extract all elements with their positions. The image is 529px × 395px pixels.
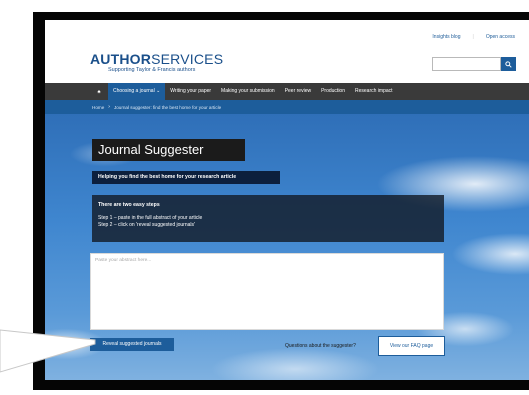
open-access-link[interactable]: Open access [486,34,515,40]
chevron-right-icon: › [108,104,110,110]
home-icon [97,90,101,94]
breadcrumb: Home › Journal suggester: find the best … [45,100,529,114]
breadcrumb-home[interactable]: Home [92,105,104,110]
abstract-textarea[interactable]: Paste your abstract here... [90,253,444,330]
view-faq-button[interactable]: View our FAQ page [378,336,445,356]
nav-research-impact[interactable]: Research impact [350,83,398,100]
nav-home[interactable] [92,83,106,100]
steps-title: There are two easy steps [98,202,160,208]
search-input[interactable] [432,57,501,71]
nav-making-your-submission[interactable]: Making your submission [216,83,280,100]
author-services-logo[interactable]: AUTHORSERVICES Supporting Taylor & Franc… [90,52,223,73]
steps-panel: There are two easy steps Step 1 – paste … [92,195,444,242]
step-2-text: Step 2 – click on 'reveal suggested jour… [98,222,195,228]
breadcrumb-current: Journal suggester: find the best home fo… [113,104,222,110]
site-header: Insights blog | Open access AUTHORSERVIC… [45,20,529,84]
nav-production[interactable]: Production [316,83,350,100]
faq-question-text: Questions about the suggester? [285,343,356,349]
step-1-text: Step 1 – paste in the full abstract of y… [98,215,203,221]
logo-tagline: Supporting Taylor & Francis authors [108,67,196,73]
search-icon [505,60,512,68]
top-links: Insights blog | Open access [432,34,515,40]
page-title: Journal Suggester [92,139,245,161]
top-links-divider: | [472,34,474,40]
search-button[interactable] [501,57,516,71]
nav-writing-your-paper[interactable]: Writing your paper [165,83,216,100]
main-nav: Choosing a journal ⌄ Writing your paper … [45,83,529,100]
logo-suffix: SERVICES [151,51,224,67]
reveal-suggested-journals-button[interactable]: Reveal suggested journals [90,338,174,351]
nav-choosing-a-journal[interactable]: Choosing a journal ⌄ [108,83,166,100]
abstract-placeholder: Paste your abstract here... [95,258,152,263]
logo-wordmark: AUTHORSERVICES [90,52,223,66]
insights-blog-link[interactable]: Insights blog [432,34,460,40]
nav-peer-review[interactable]: Peer review [280,83,316,100]
page-subtitle: Helping you find the best home for your … [92,171,280,184]
logo-prefix: AUTHOR [90,51,152,67]
